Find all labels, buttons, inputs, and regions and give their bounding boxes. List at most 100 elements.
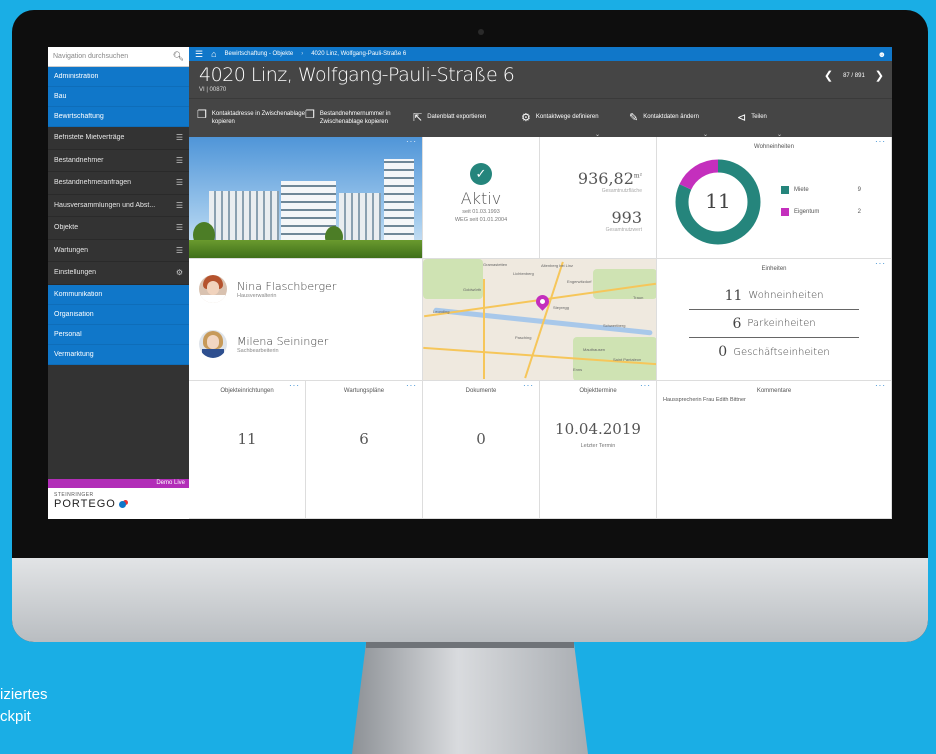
objekttermine-card[interactable]: Objekttermine ··· 10.04.2019 Letzter Ter… (540, 381, 657, 519)
contact-person[interactable]: Nina Flaschberger Hausverwalterin (199, 275, 336, 303)
define-contact-channels-button[interactable]: ⚙ Kontaktwege definieren ⌄ (521, 111, 629, 138)
sidebar-item-hausversammlungen[interactable]: Hausversammlungen und Abst... ☰ (48, 195, 189, 217)
unit-row-parkeinheiten[interactable]: 6 Parkeinheiten (689, 310, 859, 338)
comment-text: Haussprecherin Frau Edith Bittner (663, 397, 746, 403)
card-title: Wohneinheiten (754, 144, 794, 150)
list-icon: ☰ (175, 133, 183, 143)
sidebar-item-einstellungen[interactable]: Einstellungen ⚙ (48, 262, 189, 285)
map-park (423, 259, 483, 299)
sidebar-item-label: Administration (54, 73, 99, 80)
unit-row-geschaeftseinheiten[interactable]: 0 Geschäftseinheiten (689, 338, 859, 366)
status-weg-since: WEG seit 01.01.2004 (454, 217, 508, 223)
sidebar-item-vermarktung[interactable]: Vermarktung (48, 345, 189, 365)
card-subtitle: Letzter Termin (580, 443, 616, 449)
location-map[interactable]: Gramastetten Lichtenberg Altenberg bei L… (423, 259, 657, 381)
export-icon: ⇱ (413, 111, 423, 124)
einheiten-list: 11 Wohneinheiten 6 Parkeinheiten 0 Geschäft… (657, 282, 891, 366)
unit-count: 0 (718, 344, 728, 360)
sidebar-item-bestandnehmer[interactable]: Bestandnehmer ☰ (48, 150, 189, 172)
sidebar-item-kommunikation[interactable]: Kommunikation (48, 285, 189, 305)
previous-record-icon[interactable]: ❮ (824, 69, 833, 82)
avatar (199, 275, 227, 303)
toolbar-label: Kontaktdaten ändern (643, 113, 699, 120)
demo-badge: Demo Live (48, 479, 189, 488)
einheiten-card: Einheiten ··· 11 Wohneinheiten 6 Parkeinhe… (657, 259, 892, 381)
map-label: Lichtenberg (513, 271, 534, 276)
dokumente-card[interactable]: Dokumente ··· 0 (423, 381, 540, 519)
app-screen: Navigation durchsuchen 🔍︎ Administration… (48, 47, 892, 519)
sidebar-item-wartungen[interactable]: Wartungen ☰ (48, 240, 189, 262)
more-icon[interactable]: ··· (523, 381, 534, 390)
wohneinheiten-card: Wohneinheiten ··· 11 Miete 9 Eigentum 2 (657, 137, 892, 259)
sidebar-item-label: Hausversammlungen und Abst... (54, 201, 156, 209)
objekteinrichtungen-card[interactable]: Objekteinrichtungen ··· 11 (189, 381, 306, 519)
card-title: Dokumente (465, 388, 497, 394)
more-icon[interactable]: ··· (640, 381, 651, 390)
more-icon[interactable]: ··· (406, 137, 417, 146)
usage-label: Gesamtnutzwert (605, 227, 642, 233)
gear-icon: ⚙ (175, 268, 183, 278)
more-icon[interactable]: ··· (875, 381, 886, 390)
sidebar-item-anfragen[interactable]: Bestandnehmeranfragen ☰ (48, 172, 189, 195)
action-toolbar: ❐ Kontaktadresse in Zwischenablage kopier… (189, 98, 892, 138)
sidebar-item-administration[interactable]: Administration (48, 67, 189, 87)
map-label: Goldwörth (463, 287, 482, 292)
status-card: ✓ Aktiv seit 01.03.1993 WEG seit 01.01.2… (423, 137, 540, 259)
sidebar-item-label: Objekte (54, 224, 79, 232)
page-subtitle: VI | 00870 (199, 87, 227, 93)
sidebar-item-label: Wartungen (54, 246, 88, 254)
copy-icon: ❐ (305, 109, 315, 121)
gears-icon: ⚙ (521, 111, 531, 124)
next-record-icon[interactable]: ❯ (875, 69, 884, 82)
share-button[interactable]: ⊲ Teilen ⌄ (737, 112, 845, 138)
status-label: Aktiv (460, 189, 502, 208)
nav-top-group: Administration Bau Bewirtschaftung (48, 67, 189, 127)
top-navbar: ☰ ⌂ Bewirtschaftung - Objekte › 4020 Lin… (189, 47, 892, 61)
breadcrumb-separator-icon: › (301, 51, 304, 57)
sidebar-item-label: Personal (54, 330, 82, 338)
sidebar-item-label: Vermarktung (54, 350, 94, 358)
contact-name: Nina Flaschberger (237, 279, 337, 293)
more-icon[interactable]: ··· (406, 381, 417, 390)
more-icon[interactable]: ··· (289, 381, 300, 390)
search-input[interactable]: Navigation durchsuchen (53, 53, 173, 60)
sidebar-item-label: Bestandnehmer (54, 156, 104, 164)
more-icon[interactable]: ··· (875, 259, 886, 268)
map-label: Saint Pantaleon (613, 357, 642, 362)
total-area-value: 936,82m² (540, 169, 656, 188)
page-title: 4020 Linz, Wolfgang-Pauli-Straße 6 (199, 64, 515, 86)
legend-eigentum: Eigentum 2 (781, 208, 861, 216)
unit-row-wohneinheiten[interactable]: 11 Wohneinheiten (689, 282, 859, 310)
main-area: ☰ ⌂ Bewirtschaftung - Objekte › 4020 Lin… (189, 47, 892, 519)
sidebar-item-organisation[interactable]: Organisation (48, 305, 189, 325)
home-icon[interactable]: ⌂ (211, 49, 216, 59)
more-icon[interactable]: ··· (875, 137, 886, 146)
sidebar-item-objekte[interactable]: Objekte ☰ (48, 217, 189, 240)
legend-value: 2 (857, 209, 861, 215)
search-icon[interactable]: 🔍︎ (173, 51, 184, 62)
dashboard-grid: ··· ✓ Aktiv seit 01.03.1993 WEG seit 01.… (189, 137, 892, 519)
contact-person[interactable]: Milena Seininger Sachbearbeiterin (199, 330, 328, 358)
map-label: Altenberg bei Linz (541, 263, 574, 268)
navigation-search[interactable]: Navigation durchsuchen 🔍︎ (48, 47, 189, 67)
record-pager: ❮ 87 / 891 ❯ (824, 69, 884, 82)
wartungsplaene-card[interactable]: Wartungspläne ··· 6 (306, 381, 423, 519)
card-title: Wartungspläne (343, 388, 385, 394)
photo-building (339, 193, 381, 245)
caption-line-2: ckpit (0, 708, 31, 725)
menu-icon[interactable]: ☰ (195, 49, 203, 60)
sidebar-item-bewirtschaftung[interactable]: Bewirtschaftung (48, 107, 189, 127)
user-icon[interactable]: ☻ (878, 50, 886, 59)
copy-tenant-number-button[interactable]: ❐ Bestandnehmernummer in Zwischenablage k… (305, 110, 413, 126)
map-label: Leonding (433, 309, 450, 314)
export-datasheet-button[interactable]: ⇱ Datenblatt exportieren (413, 111, 521, 124)
sidebar-item-personal[interactable]: Personal (48, 325, 189, 345)
sidebar-item-bau[interactable]: Bau (48, 87, 189, 107)
breadcrumb-bewirtschaftung[interactable]: Bewirtschaftung - Objekte (225, 51, 294, 57)
list-icon: ☰ (175, 155, 183, 165)
toolbar-label: Kontaktwege definieren (535, 113, 599, 120)
breadcrumb-current[interactable]: 4020 Linz, Wolfgang-Pauli-Straße 6 (311, 51, 406, 57)
copy-contact-address-button[interactable]: ❐ Kontaktadresse in Zwischenablage kopier… (197, 110, 305, 126)
edit-contact-data-button[interactable]: ✎ Kontaktdaten ändern ⌄ (629, 112, 737, 138)
sidebar-item-befristete[interactable]: Befristete Mietverträge ☰ (48, 127, 189, 150)
